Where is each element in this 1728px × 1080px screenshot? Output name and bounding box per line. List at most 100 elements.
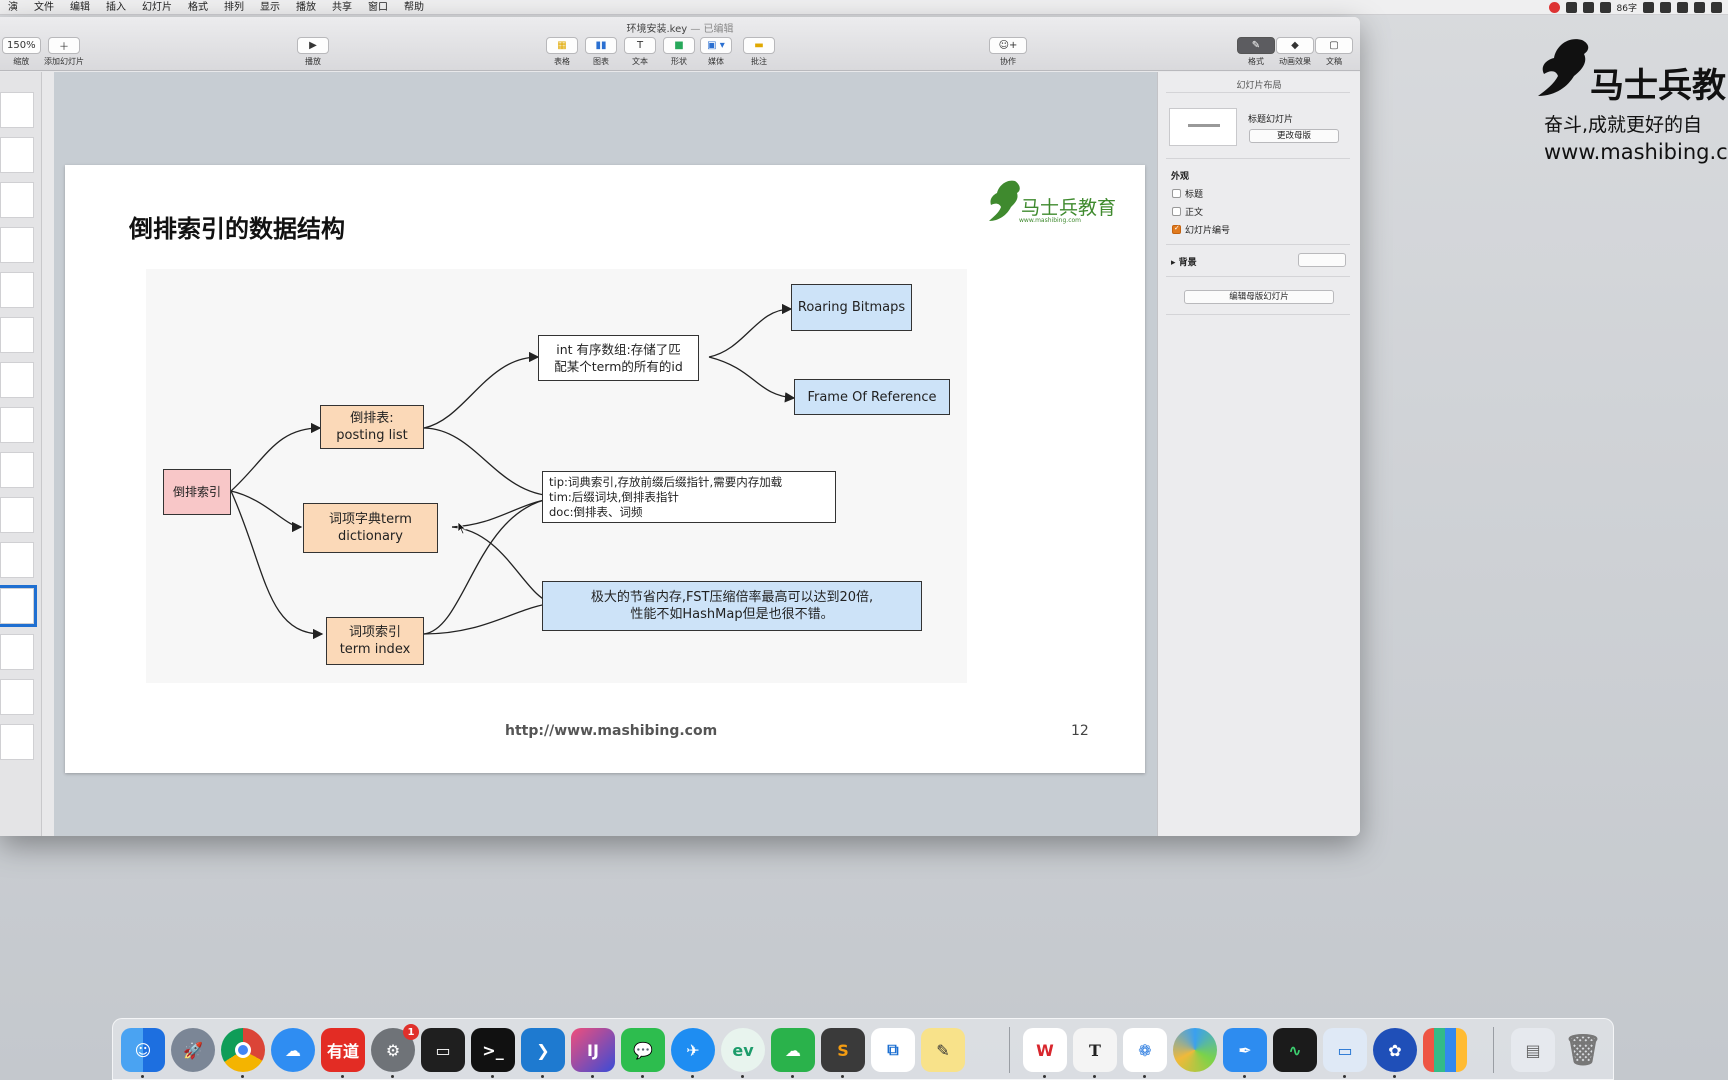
- system-preferences-icon[interactable]: ⚙ 1: [371, 1024, 419, 1072]
- slide-thumbnail[interactable]: [0, 362, 34, 398]
- document-tab-button[interactable]: ▢ 文稿: [1315, 37, 1353, 67]
- typora-icon[interactable]: T: [1073, 1028, 1117, 1072]
- input-method-icon[interactable]: [1677, 2, 1688, 13]
- layout-thumbnail[interactable]: [1169, 108, 1237, 146]
- pen-app-icon[interactable]: ✒: [1223, 1028, 1267, 1072]
- chrome-icon[interactable]: [221, 1028, 265, 1072]
- collaborate-button[interactable]: ☺+ 协作: [989, 37, 1027, 67]
- text-button[interactable]: T 文本: [624, 37, 656, 67]
- slide-thumbnail[interactable]: [0, 272, 34, 308]
- menu-app[interactable]: 演: [0, 0, 26, 15]
- menu-share[interactable]: 共享: [324, 0, 360, 15]
- checkbox-box-checked[interactable]: [1172, 224, 1181, 234]
- slide-thumbnail[interactable]: [0, 317, 34, 353]
- add-slide-button[interactable]: ＋ 添加幻灯片: [44, 37, 84, 67]
- node-inverted-index[interactable]: 倒排索引: [163, 469, 231, 515]
- colorful-app-icon[interactable]: [1173, 1028, 1217, 1072]
- format-tab-button[interactable]: ✎ 格式: [1237, 37, 1275, 67]
- slide-thumbnail[interactable]: [0, 182, 34, 218]
- plus-icon[interactable]: ＋: [48, 37, 80, 54]
- zoom-select[interactable]: 150%: [2, 37, 41, 54]
- books-icon[interactable]: [1423, 1028, 1467, 1072]
- finder-icon[interactable]: ☺: [121, 1028, 165, 1072]
- ev-recorder-icon[interactable]: ev: [721, 1028, 765, 1072]
- node-tip-tim-doc[interactable]: tip:词典索引,存放前缀后缀指针,需要内存加载 tim:后缀词块,倒排表指针 …: [542, 471, 836, 523]
- node-posting-list[interactable]: 倒排表: posting list: [320, 405, 424, 449]
- text-icon[interactable]: T: [624, 37, 656, 54]
- trash-icon[interactable]: 🗑: [1561, 1028, 1605, 1072]
- zoom-control[interactable]: 150% 缩放: [2, 37, 41, 67]
- menu-insert[interactable]: 插入: [98, 0, 134, 15]
- media-button[interactable]: ▣ ▾ 媒体: [700, 37, 732, 67]
- status-record-icon[interactable]: [1643, 2, 1654, 13]
- checkbox-box[interactable]: [1172, 207, 1181, 216]
- slide-thumbnail-selected[interactable]: [0, 585, 37, 627]
- animate-icon[interactable]: ◆: [1276, 37, 1314, 54]
- menu-view[interactable]: 显示: [252, 0, 288, 15]
- menu-play[interactable]: 播放: [288, 0, 324, 15]
- slide-thumbnail[interactable]: [0, 137, 34, 173]
- network-tool-icon[interactable]: ☁: [771, 1028, 815, 1072]
- slide-title[interactable]: 倒排索引的数据结构: [129, 209, 345, 244]
- background-color-well[interactable]: [1298, 253, 1346, 267]
- control-center-icon[interactable]: [1711, 2, 1722, 13]
- comment-icon[interactable]: ▬: [743, 37, 775, 54]
- stickies-icon[interactable]: ✎: [921, 1028, 965, 1072]
- slide-thumbnail[interactable]: [0, 92, 34, 128]
- comment-button[interactable]: ▬ 批注: [743, 37, 775, 67]
- edit-master-button[interactable]: 编辑母版幻灯片: [1184, 290, 1334, 304]
- shape-button[interactable]: ■ 形状: [663, 37, 695, 67]
- vmware-icon[interactable]: ⧉: [871, 1028, 915, 1072]
- body-checkbox[interactable]: 正文: [1172, 205, 1203, 218]
- document-icon[interactable]: ▢: [1315, 37, 1353, 54]
- title-checkbox[interactable]: 标题: [1172, 187, 1203, 200]
- cloud-drive-icon[interactable]: ☁: [271, 1028, 315, 1072]
- wps-status-icon[interactable]: [1599, 2, 1611, 13]
- table-button[interactable]: ▦ 表格: [546, 37, 578, 67]
- slide-thumbnail[interactable]: [0, 679, 34, 715]
- paintbrush-icon[interactable]: ✎: [1237, 37, 1275, 54]
- slide[interactable]: 倒排索引的数据结构 马士兵教育 www.mashibing.com 倒排索引 倒…: [65, 165, 1145, 773]
- microphone-icon[interactable]: [1660, 2, 1671, 13]
- activity-monitor-icon[interactable]: ∿: [1273, 1028, 1317, 1072]
- baidu-netdisk-icon[interactable]: ❁: [1123, 1028, 1167, 1072]
- intellij-icon[interactable]: IJ: [571, 1028, 615, 1072]
- slide-thumbnail[interactable]: [0, 452, 34, 488]
- status-app-icon[interactable]: [1548, 2, 1560, 13]
- play-button[interactable]: ▶ 播放: [297, 37, 329, 67]
- checkbox-box[interactable]: [1172, 189, 1181, 198]
- change-master-button[interactable]: 更改母版: [1249, 129, 1339, 143]
- disclosure-triangle-icon[interactable]: ▸: [1171, 258, 1176, 268]
- background-disclosure[interactable]: ▸ 背景: [1171, 255, 1197, 268]
- sublime-text-icon[interactable]: S: [821, 1028, 865, 1072]
- terminal-icon[interactable]: >_: [471, 1028, 515, 1072]
- slide-thumbnail[interactable]: [0, 407, 34, 443]
- menu-window[interactable]: 窗口: [360, 0, 396, 15]
- animate-tab-button[interactable]: ◆ 动画效果: [1276, 37, 1314, 67]
- feishu-icon[interactable]: ✈: [671, 1028, 715, 1072]
- zen-terminal-icon[interactable]: ▭: [421, 1028, 465, 1072]
- downloads-stack-icon[interactable]: ▤: [1511, 1028, 1555, 1072]
- node-frame-of-reference[interactable]: Frame Of Reference: [794, 379, 950, 415]
- wechat-icon[interactable]: 💬: [621, 1028, 665, 1072]
- slide-number-checkbox[interactable]: 幻灯片编号: [1172, 223, 1230, 236]
- shape-icon[interactable]: ■: [663, 37, 695, 54]
- menu-arrange[interactable]: 排列: [216, 0, 252, 15]
- node-term-dictionary[interactable]: 词项字典term dictionary: [303, 503, 438, 553]
- table-icon[interactable]: ▦: [546, 37, 578, 54]
- youdao-icon[interactable]: 有道: [321, 1028, 365, 1072]
- slide-thumbnail[interactable]: [0, 542, 34, 578]
- node-fst-note[interactable]: 极大的节省内存,FST压缩倍率最高可以达到20倍, 性能不如HashMap但是也…: [542, 581, 922, 631]
- vscode-icon[interactable]: ❯: [521, 1028, 565, 1072]
- keynote-icon[interactable]: ▭: [1323, 1028, 1367, 1072]
- chart-button[interactable]: ▮▮ 图表: [585, 37, 617, 67]
- node-int-array[interactable]: int 有序数组:存储了匹 配某个term的所有的id: [538, 335, 699, 381]
- launchpad-icon[interactable]: 🚀: [171, 1028, 215, 1072]
- menu-help[interactable]: 帮助: [396, 0, 432, 15]
- slide-thumbnail[interactable]: [0, 634, 34, 670]
- davinci-icon[interactable]: ✿: [1373, 1028, 1417, 1072]
- menu-edit[interactable]: 编辑: [62, 0, 98, 15]
- wps-icon[interactable]: W: [1023, 1028, 1067, 1072]
- slide-thumbnail[interactable]: [0, 227, 34, 263]
- wechat-status-icon[interactable]: [1582, 2, 1594, 13]
